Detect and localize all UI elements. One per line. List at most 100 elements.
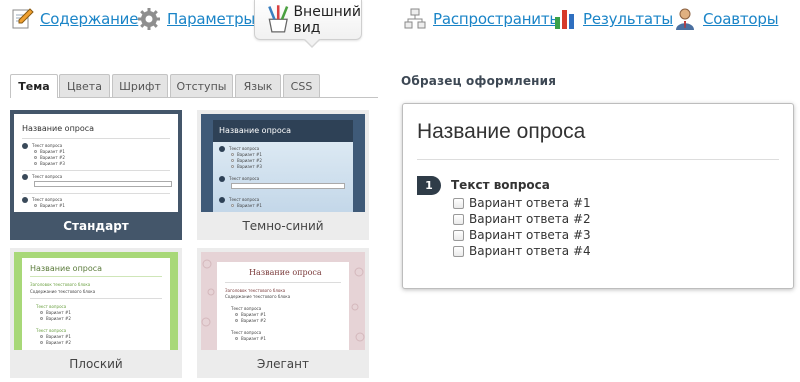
thumb-option-box: [231, 159, 234, 162]
thumb-option: Вариант #3: [237, 164, 262, 169]
bar-chart-icon: [555, 10, 574, 29]
thumb-option: Вариант #1: [241, 336, 266, 341]
tab-colors[interactable]: Цвета: [59, 74, 110, 97]
nav-content[interactable]: Содержание: [10, 0, 138, 38]
preview-heading: Образец оформления: [401, 74, 557, 88]
theme-flat-preview: Название опроса Заголовок текстового бло…: [14, 252, 178, 350]
thumb-option-box: [34, 162, 37, 165]
thumb-question: Текст вопроса: [32, 197, 63, 202]
nav-appearance[interactable]: Внешний вид: [254, 0, 362, 48]
thumb-separator: [22, 193, 170, 194]
theme-elegant-name: Элегант: [257, 357, 309, 371]
thumb-question: Текст вопроса: [229, 146, 260, 151]
tab-language[interactable]: Язык: [235, 74, 281, 97]
thumb-option-box: [40, 317, 43, 320]
theme-standard-name: Стандарт: [63, 219, 129, 233]
thumb-block-header: Заголовок текстового блока: [30, 282, 91, 287]
thumb-block-text: Содержание текстового блока: [225, 294, 291, 299]
nav-results-label: Результаты: [583, 10, 674, 28]
thumb-option-box: [235, 319, 238, 322]
theme-flat[interactable]: Название опроса Заголовок текстового бло…: [10, 248, 182, 378]
appearance-tabs: Тема Цвета Шрифт Отступы Язык CSS: [10, 74, 378, 98]
theme-flat-name: Плоский: [69, 357, 123, 371]
thumb-option: Вариант #1: [46, 310, 71, 315]
thumb-option: Вариант #1: [40, 203, 65, 208]
theme-standard-preview: Название опроса Текст вопроса Вариант #1…: [14, 114, 178, 212]
users-icon: [676, 8, 694, 30]
checkbox[interactable]: [453, 213, 464, 225]
preview-option-label: Вариант ответа #1: [469, 196, 591, 210]
preview-option[interactable]: Вариант ответа #4: [453, 244, 591, 258]
nav-share-label: Распространить: [433, 10, 559, 28]
paint-brushes-icon: [268, 5, 289, 33]
thumb-option-box: [34, 150, 37, 153]
thumb-question: Текст вопроса: [229, 197, 260, 202]
tab-theme[interactable]: Тема: [10, 74, 58, 98]
checkbox[interactable]: [453, 229, 464, 241]
thumb-question: Текст вопроса: [36, 304, 67, 309]
thumb-option: Вариант #1: [46, 334, 71, 339]
thumb-option: Вариант #1: [237, 203, 262, 208]
thumb-survey-title: Название опроса: [219, 126, 292, 135]
tab-font[interactable]: Шрифт: [112, 74, 168, 97]
theme-dark-blue[interactable]: Название опроса Текст вопроса Вариант #1…: [197, 110, 369, 240]
thumb-option-box: [231, 165, 234, 168]
preview-option[interactable]: Вариант ответа #2: [453, 212, 591, 226]
pencil-edit-icon: [12, 8, 34, 29]
top-navigation: Содержание Параметры Внешний вид Распрос…: [0, 0, 800, 48]
tab-css[interactable]: CSS: [283, 74, 320, 97]
tab-spacing[interactable]: Отступы: [170, 74, 233, 97]
active-caret: [303, 38, 321, 48]
thumb-question: Текст вопроса: [231, 306, 262, 311]
thumb-question: Текст вопроса: [36, 328, 67, 333]
thumb-option: Вариант #1: [241, 312, 266, 317]
thumb-option-box: [34, 156, 37, 159]
gear-icon: [138, 8, 160, 30]
thumb-question-number: [22, 174, 28, 180]
nav-settings-label: Параметры: [167, 10, 256, 28]
thumb-option-box: [235, 313, 238, 316]
thumb-block-text: Содержание текстового блока: [30, 289, 96, 294]
nav-coauthors-label: Соавторы: [703, 10, 779, 28]
thumb-option: Вариант #2: [241, 318, 266, 323]
thumb-question: Текст вопроса: [231, 330, 262, 335]
thumb-question-number: [219, 176, 225, 182]
thumb-question-number: [22, 197, 28, 203]
thumb-question: Текст вопроса: [32, 143, 63, 148]
thumb-option: Вариант #1: [40, 149, 65, 154]
checkbox[interactable]: [453, 245, 464, 257]
thumb-survey-title: Название опроса: [30, 264, 103, 273]
nav-results[interactable]: Результаты: [553, 0, 673, 38]
thumb-option-box: [235, 337, 238, 340]
preview-option[interactable]: Вариант ответа #1: [453, 196, 591, 210]
thumb-option: Вариант #3: [40, 161, 65, 166]
nav-share[interactable]: Распространить: [403, 0, 558, 38]
thumb-option: Вариант #2: [40, 155, 65, 160]
nav-settings[interactable]: Параметры: [137, 0, 255, 38]
theme-elegant[interactable]: Название опроса Заголовок текстового бло…: [197, 248, 369, 378]
preview-card: Название опроса 1 Текст вопроса Вариант …: [402, 103, 794, 289]
thumb-option-box: [40, 335, 43, 338]
preview-survey-title: Название опроса: [417, 120, 586, 143]
nav-coauthors[interactable]: Соавторы: [673, 0, 779, 38]
preview-option-label: Вариант ответа #2: [469, 212, 591, 226]
nav-content-label: Содержание: [40, 10, 139, 28]
thumb-separator: [22, 138, 170, 139]
thumb-question-number: [219, 197, 225, 203]
thumb-survey-title: Название опроса: [249, 268, 322, 277]
theme-standard[interactable]: Название опроса Текст вопроса Вариант #1…: [10, 110, 182, 240]
preview-question-text: Текст вопроса: [451, 178, 550, 192]
thumb-block-header: Заголовок текстового блока: [225, 288, 286, 293]
thumb-option: Вариант #1: [237, 152, 262, 157]
nav-appearance-label: Внешний вид: [293, 3, 361, 36]
thumb-option-box: [40, 341, 43, 344]
theme-dark-blue-preview: Название опроса Текст вопроса Вариант #1…: [201, 114, 365, 212]
thumb-question: Текст вопроса: [229, 176, 260, 181]
preview-option[interactable]: Вариант ответа #3: [453, 228, 591, 242]
thumb-question-number: [219, 146, 225, 152]
share-tree-icon: [404, 8, 426, 29]
thumb-separator: [30, 276, 162, 277]
checkbox[interactable]: [453, 197, 464, 209]
thumb-option: Вариант #2: [237, 158, 262, 163]
thumb-option-box: [231, 153, 234, 156]
